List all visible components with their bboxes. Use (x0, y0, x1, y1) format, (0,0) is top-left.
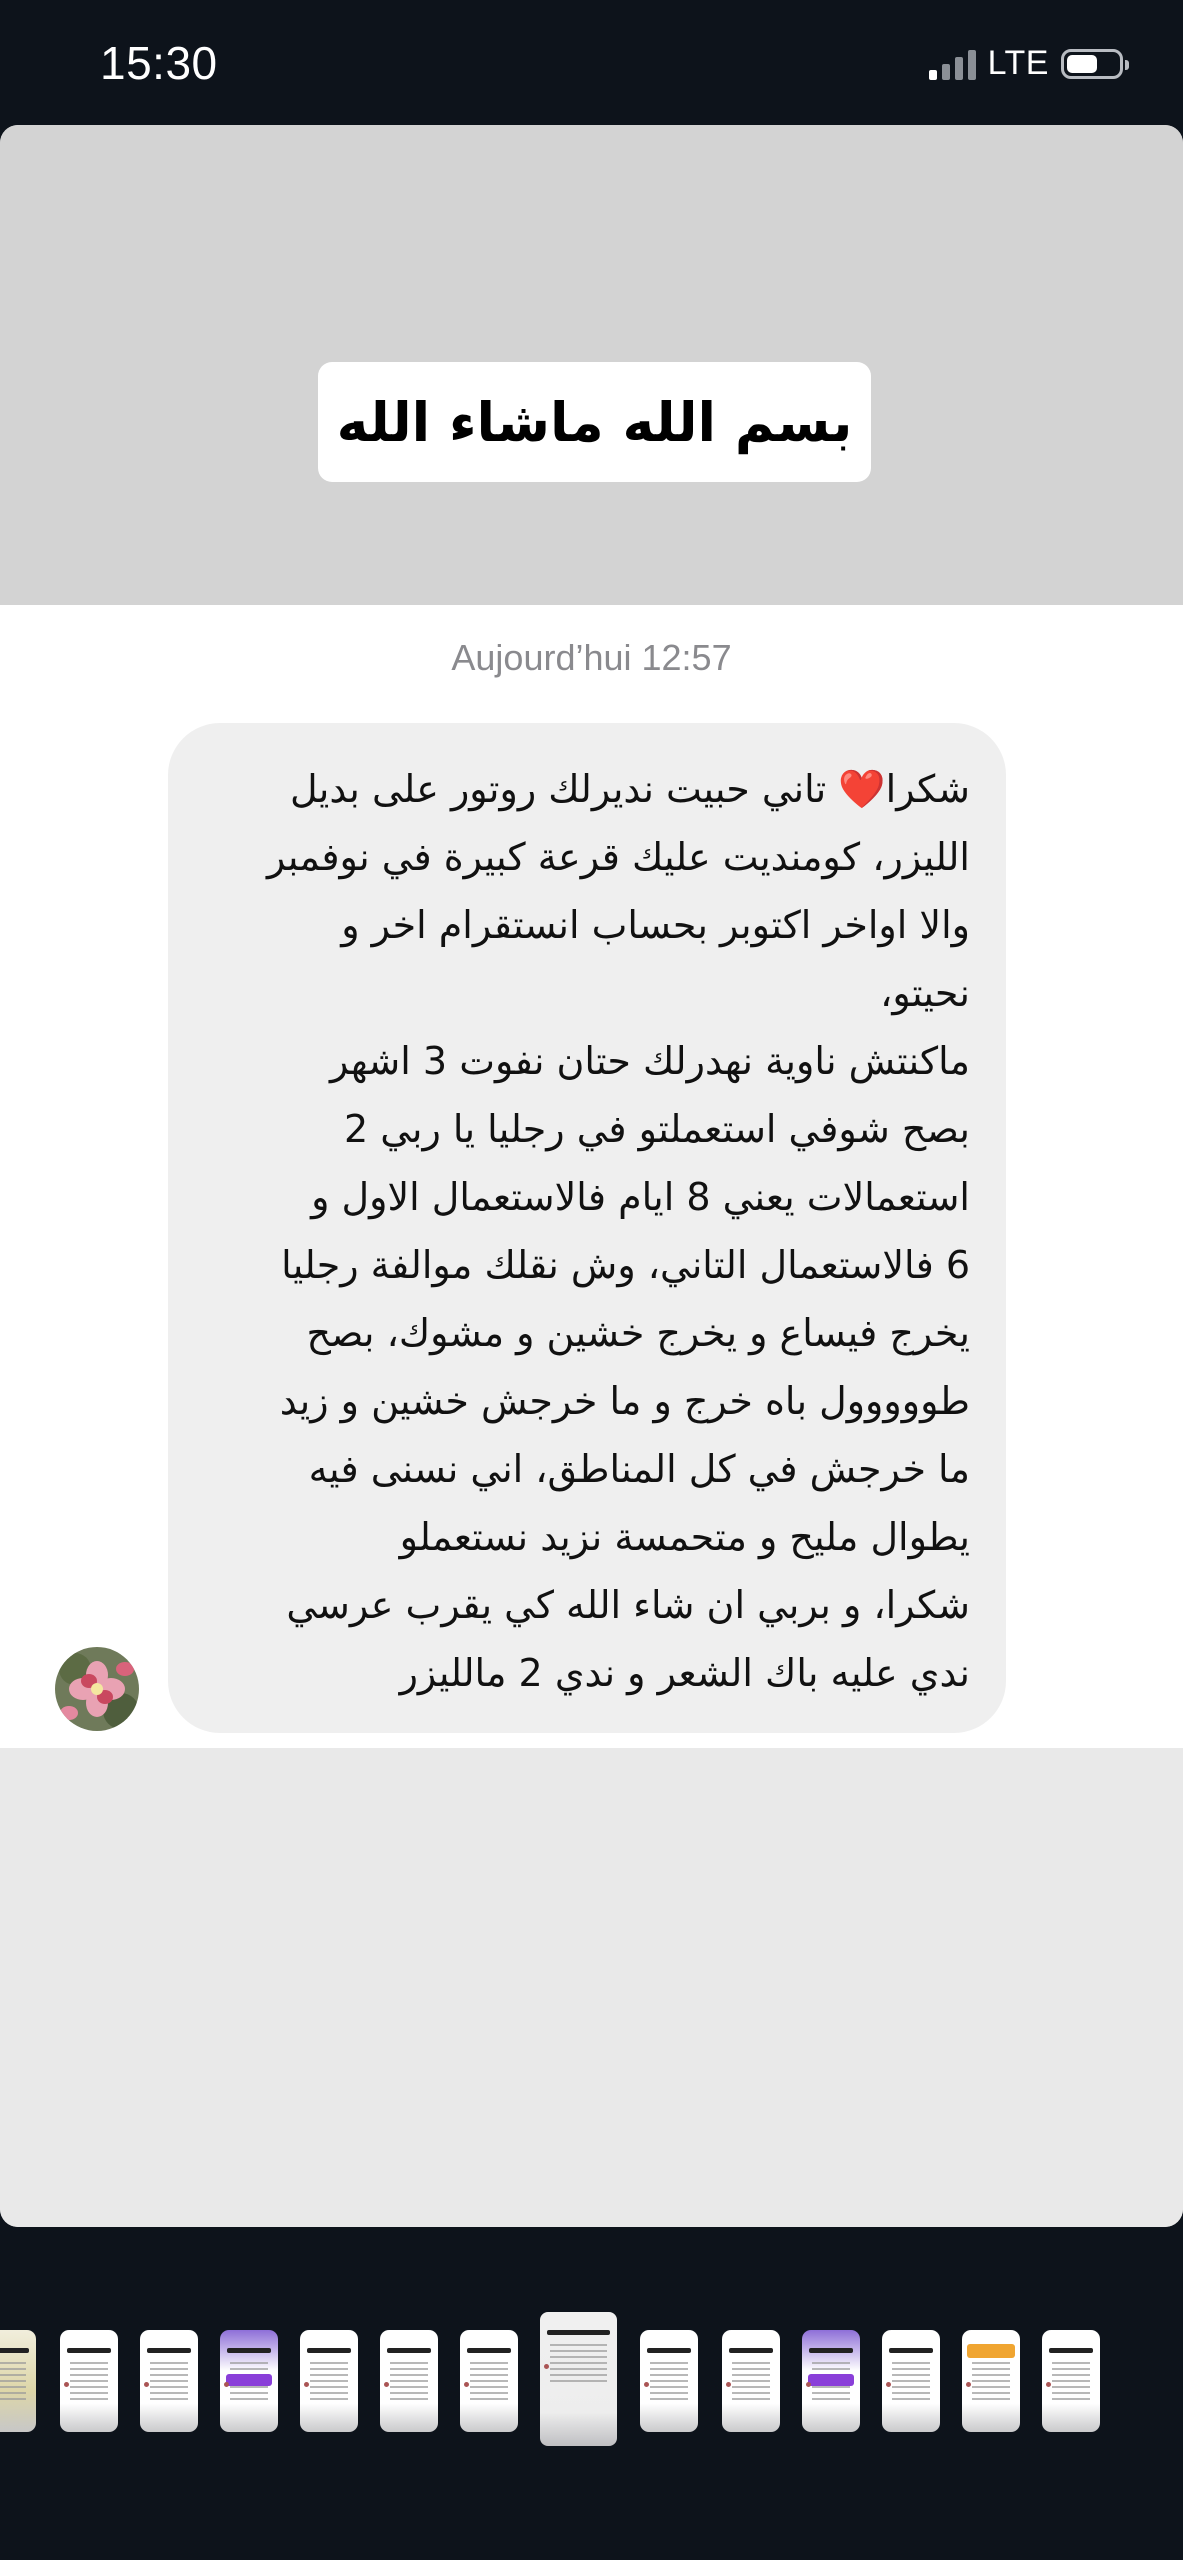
thumbnail-caption-bar (0, 2348, 29, 2353)
thumbnail-avatar-dot (806, 2382, 811, 2387)
battery-icon (1061, 48, 1129, 79)
thumbnail-text-lines (972, 2362, 1010, 2402)
thumbnail-caption-bar (307, 2348, 351, 2353)
flower-avatar-icon (55, 1647, 139, 1731)
message-bubble: شكرا❤️ تاني حبيت نديرلك روتور على بديل ا… (168, 723, 1006, 1733)
network-label: LTE (987, 44, 1049, 82)
thumbnail-caption-bar (647, 2348, 691, 2353)
thumbnail-avatar-dot (304, 2382, 309, 2387)
thumbnail-caption-bar (67, 2348, 111, 2353)
thumbnail-avatar-dot (464, 2382, 469, 2387)
thumbnail-text-lines (732, 2362, 770, 2402)
story-caption: بسم الله ماشاء الله (336, 390, 853, 454)
thumbnail-avatar-dot (64, 2382, 69, 2387)
story-thumbnail[interactable] (1042, 2330, 1100, 2432)
thumbnail-text-lines (550, 2344, 607, 2384)
thumbnail-avatar-dot (886, 2382, 891, 2387)
message-text: شكرا❤️ تاني حبيت نديرلك روتور على بديل ا… (266, 767, 970, 1695)
story-caption-box: بسم الله ماشاء الله (318, 362, 871, 482)
thumbnail-caption-bar (227, 2348, 271, 2353)
thumbnail-caption-bar (889, 2348, 933, 2353)
story-footer-area (0, 1748, 1183, 2227)
thumbnail-caption-bar (729, 2348, 773, 2353)
thumbnail-avatar-dot (644, 2382, 649, 2387)
thumbnail-text-lines (892, 2362, 930, 2402)
message-timestamp: Aujourd’hui 12:57 (451, 637, 732, 678)
thumbnail-avatar-dot (144, 2382, 149, 2387)
thumbnail-caption-bar (387, 2348, 431, 2353)
thumbnail-caption-bar (467, 2348, 511, 2353)
chat-screenshot: Aujourd’hui 12:57 شكرا❤️ تاني حبيت نديرل… (0, 605, 1183, 1748)
story-thumbnail[interactable] (802, 2330, 860, 2432)
thumbnail-text-lines (0, 2362, 26, 2402)
thumbnail-accent (226, 2374, 272, 2386)
story-thumbnail[interactable] (140, 2330, 198, 2432)
status-indicators: LTE (928, 44, 1129, 83)
thumbnail-text-lines (390, 2362, 428, 2402)
story-header-area: بسم الله ماشاء الله (0, 125, 1183, 605)
thumbnail-caption-bar (1049, 2348, 1093, 2353)
thumbnail-text-lines (650, 2362, 688, 2402)
story-thumbnail[interactable] (60, 2330, 118, 2432)
thumbnail-avatar-dot (544, 2364, 549, 2369)
story-thumbnail[interactable] (460, 2330, 518, 2432)
story-thumbnail-strip[interactable] (0, 2300, 1183, 2460)
thumbnail-caption-bar (147, 2348, 191, 2353)
thumbnail-accent (808, 2374, 854, 2386)
thumbnail-caption-bar (809, 2348, 853, 2353)
thumbnail-avatar-dot (224, 2382, 229, 2387)
story-thumbnail[interactable] (0, 2330, 36, 2432)
story-thumbnail[interactable] (220, 2330, 278, 2432)
story-thumbnail[interactable] (962, 2330, 1020, 2432)
story-thumbnail[interactable] (640, 2330, 698, 2432)
thumbnail-avatar-dot (384, 2382, 389, 2387)
story-thumbnail[interactable] (300, 2330, 358, 2432)
story-thumbnail[interactable] (722, 2330, 780, 2432)
thumbnail-avatar-dot (726, 2382, 731, 2387)
status-bar: 15:30 LTE (0, 0, 1183, 125)
thumbnail-avatar-dot (966, 2382, 971, 2387)
thumbnail-text-lines (470, 2362, 508, 2402)
status-time: 15:30 (100, 37, 218, 89)
thumbnail-caption-bar (547, 2330, 610, 2335)
thumbnail-accent (967, 2344, 1015, 2358)
thumbnail-text-lines (1052, 2362, 1090, 2402)
thumbnail-avatar-dot (1046, 2382, 1051, 2387)
story-thumbnail[interactable] (882, 2330, 940, 2432)
thumbnail-text-lines (70, 2362, 108, 2402)
story-thumbnail-current[interactable] (540, 2312, 617, 2446)
thumbnail-text-lines (150, 2362, 188, 2402)
story-thumbnail[interactable] (380, 2330, 438, 2432)
signal-icon (928, 48, 976, 80)
story-card[interactable]: بسم الله ماشاء الله Aujourd’hui 12:57 شك… (0, 125, 1183, 2227)
thumbnail-text-lines (310, 2362, 348, 2402)
